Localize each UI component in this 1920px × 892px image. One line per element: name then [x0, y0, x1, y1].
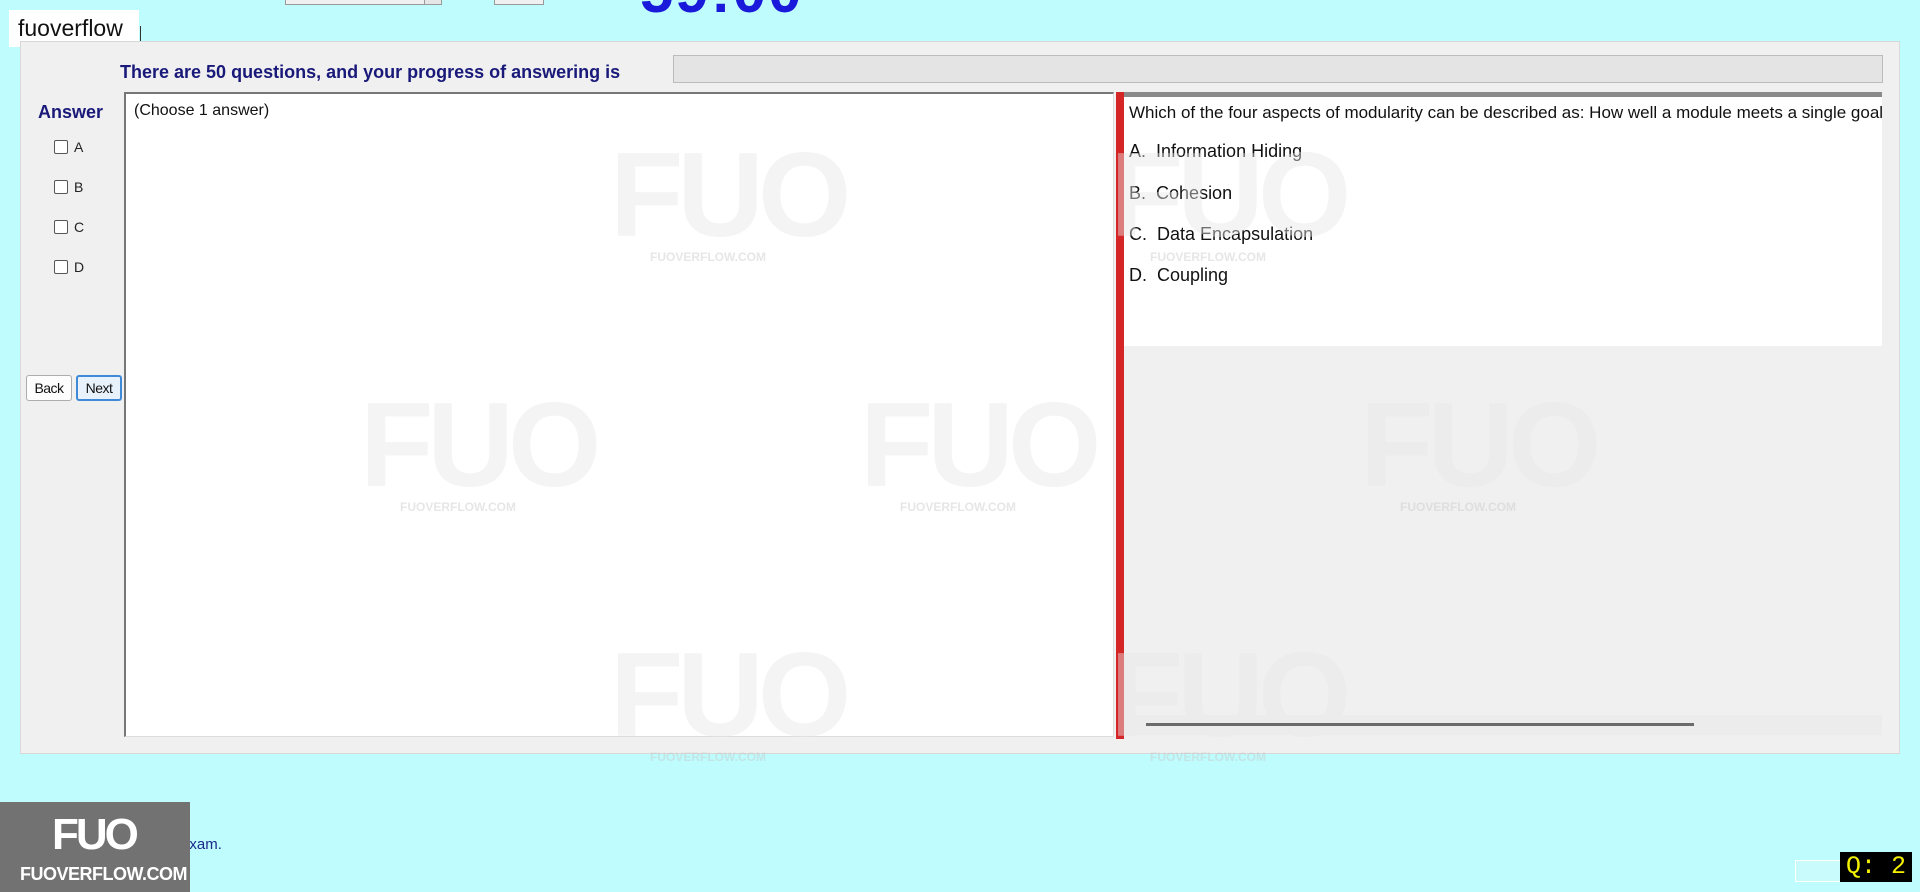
answer-option-d[interactable]: D: [54, 259, 84, 275]
question-counter: Q: 2: [1840, 852, 1913, 882]
top-combo-box[interactable]: [285, 0, 442, 5]
top-small-field[interactable]: [494, 0, 544, 5]
answer-option-a[interactable]: A: [54, 139, 83, 155]
watermark: FUO FUOVERFLOW.COM: [1110, 628, 1351, 764]
answer-option-label: A: [74, 139, 84, 155]
answer-checkbox-b[interactable]: [54, 180, 68, 194]
progress-bar: [673, 55, 1883, 83]
answer-option-c[interactable]: C: [54, 219, 84, 235]
question-text: Which of the four aspects of modularity …: [1129, 103, 1882, 122]
answer-option-b[interactable]: B: [54, 179, 83, 195]
answer-heading: Answer: [38, 102, 104, 122]
horizontal-scrollbar[interactable]: [1146, 723, 1694, 726]
next-button[interactable]: Next: [76, 375, 122, 401]
logo-text: FUOVERFLOW.COM: [20, 864, 188, 884]
chevron-down-icon[interactable]: [424, 0, 441, 4]
watermark: FUO FUOVERFLOW.COM: [610, 628, 851, 764]
watermark: FUO FUOVERFLOW.COM: [860, 378, 1101, 514]
logo-mark: FUO: [52, 810, 139, 859]
choose-answer-note: (Choose 1 answer): [134, 102, 270, 119]
watermark: FUO FUOVERFLOW.COM: [1110, 128, 1351, 264]
answer-checkbox-c[interactable]: [54, 220, 68, 234]
answer-option-label: D: [74, 259, 85, 275]
fuoverflow-logo: FUO FUOVERFLOW.COM: [0, 802, 190, 892]
answer-checkbox-d[interactable]: [54, 260, 68, 274]
watermark: FUO FUOVERFLOW.COM: [1360, 378, 1601, 514]
watermark: FUO FUOVERFLOW.COM: [360, 378, 601, 514]
question-option-d: D. Coupling: [1129, 265, 1229, 285]
answer-checkbox-a[interactable]: [54, 140, 68, 154]
watermark: FUO FUOVERFLOW.COM: [610, 128, 851, 264]
progress-label: There are 50 questions, and your progres…: [120, 62, 621, 82]
back-button[interactable]: Back: [26, 375, 72, 401]
countdown-timer: 59:00: [640, 0, 803, 22]
answer-option-label: B: [74, 179, 84, 195]
answer-option-label: C: [74, 219, 85, 235]
